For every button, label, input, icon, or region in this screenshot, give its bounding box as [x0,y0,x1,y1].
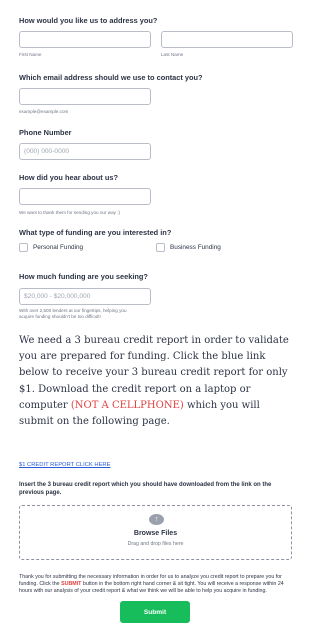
thanks-submit-word: SUBMIT [61,581,82,588]
funding-type-question: What type of funding are you interested … [19,228,172,237]
email-input[interactable] [19,88,151,105]
browse-files-label[interactable]: Browse Files [20,530,291,537]
last-name-label: Last Name [161,52,184,57]
personal-funding-checkbox[interactable] [19,243,28,252]
upload-question: Insert the 3 bureau credit report which … [19,482,272,496]
amount-hint-line2: acquire funding shouldn't be too difficu… [19,314,101,319]
file-dropzone[interactable]: ↑ Browse Files Drag and drop files here [19,505,292,560]
amount-hint-line1: With over 2,500 lenders at our fingertip… [19,308,127,313]
first-name-label: First Name [19,52,42,57]
business-funding-label[interactable]: Business Funding [170,244,221,251]
amount-input[interactable]: $20,000 - $20,000,000 [19,288,151,305]
credit-instructions: We need a 3 bureau credit report in orde… [19,333,295,430]
credit-warning: (NOT A CELLPHONE) [70,399,184,411]
submit-button[interactable]: Submit [120,601,190,623]
phone-question: Phone Number [19,128,72,137]
email-hint: example@example.com [19,109,69,114]
cloud-upload-icon: ↑ [149,514,164,525]
first-name-input[interactable] [19,31,151,48]
email-question: Which email address should we use to con… [19,73,203,82]
name-question: How would you like us to address you? [19,16,158,25]
drag-drop-hint: Drag and drop files here [127,541,184,547]
amount-question: How much funding are you seeking? [19,272,148,281]
hear-hint: We want to thank them for sending you ou… [19,210,121,215]
credit-report-link[interactable]: $1 CREDIT REPORT CLICK HERE [19,462,111,468]
hear-input[interactable] [19,188,151,205]
hear-question: How did you hear about us? [19,173,118,182]
phone-input[interactable]: (000) 000-0000 [19,143,151,160]
business-funding-checkbox[interactable] [156,243,165,252]
last-name-input[interactable] [161,31,293,48]
thanks-paragraph: Thank you for submitting the necessary i… [19,574,294,596]
personal-funding-label[interactable]: Personal Funding [33,244,83,251]
